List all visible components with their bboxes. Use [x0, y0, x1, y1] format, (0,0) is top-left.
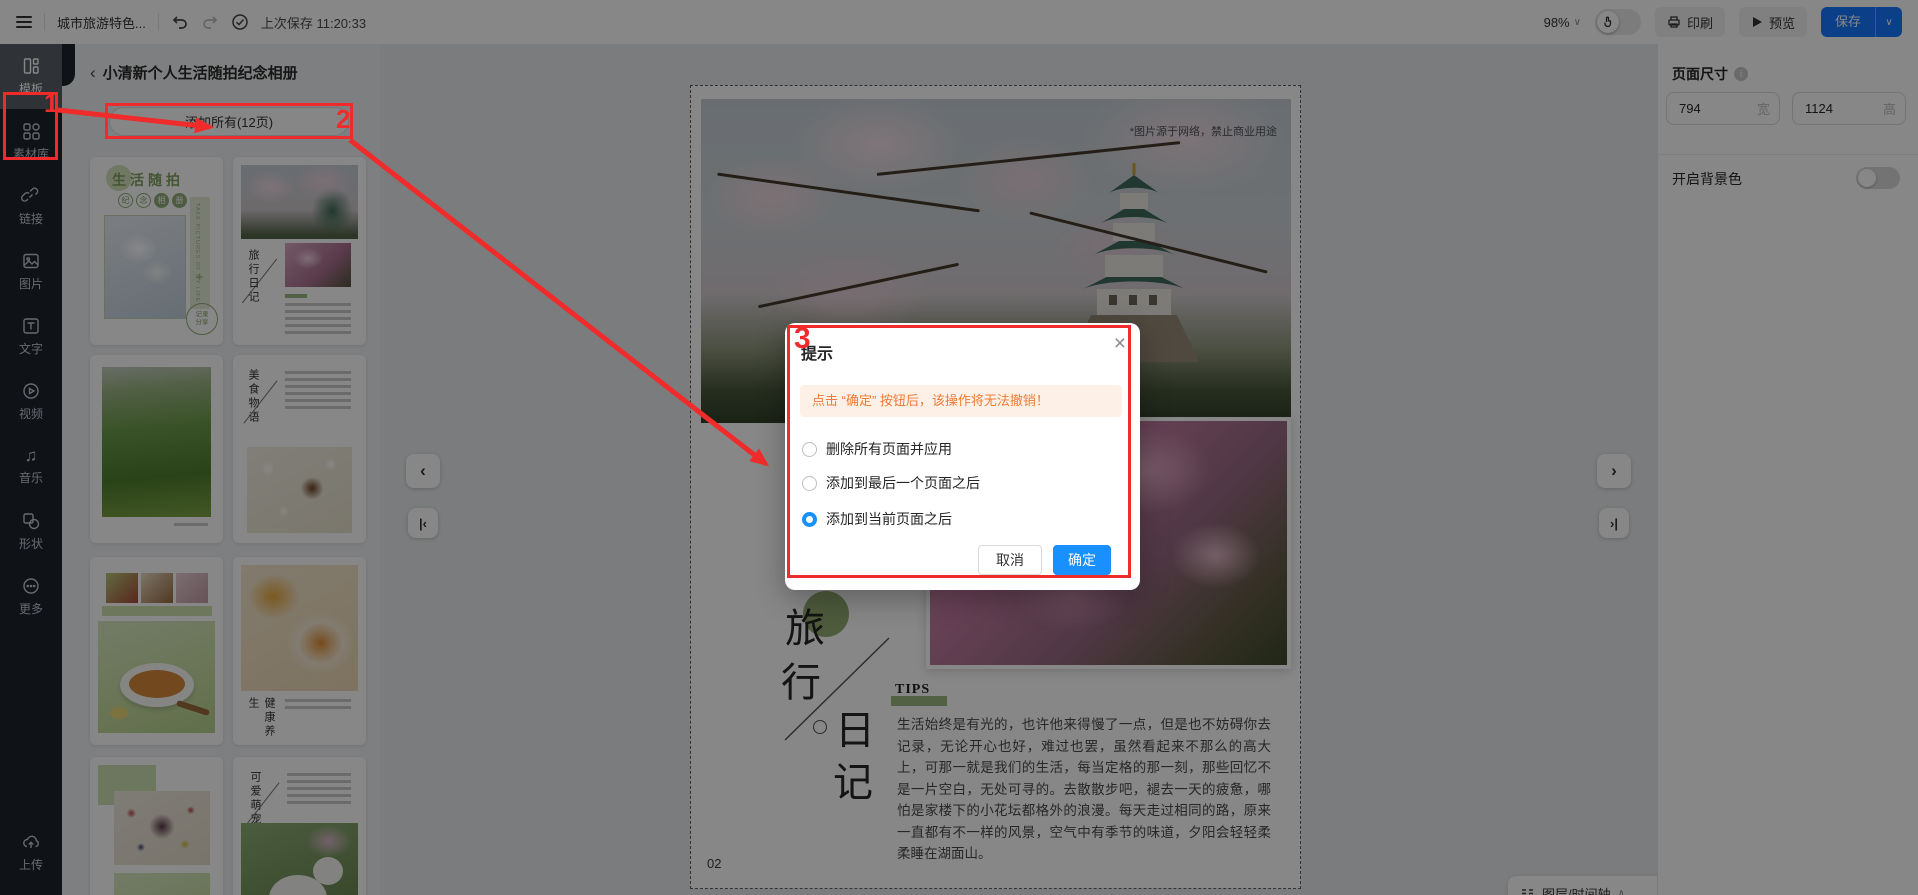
- tutorial-step1-number: 1: [44, 88, 59, 118]
- tutorial-step2-box: [105, 103, 353, 139]
- tutorial-step3-box: [787, 325, 1131, 578]
- tutorial-step3-number: 3: [794, 322, 811, 355]
- tutorial-step2-number: 2: [336, 104, 351, 134]
- album-editor-app: 城市旅游特色... 上次保存 11:20:33 98% ∨ 印刷 预览 保存 ∨…: [0, 0, 1918, 895]
